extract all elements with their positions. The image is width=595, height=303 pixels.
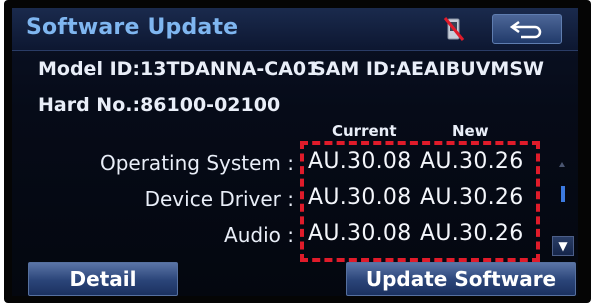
scroll-down-button[interactable]: ▼ [552,236,574,256]
scroll-thumb[interactable] [561,186,565,202]
column-header-current: Current [332,122,397,140]
hard-number: Hard No.:86100-02100 [38,94,281,116]
version-highlight-box [300,141,540,262]
column-header-new: New [452,122,489,140]
scroll-up-indicator [558,158,566,172]
back-button[interactable] [492,14,562,44]
sam-id: SAM ID:AEAIBUVMSW [312,58,544,80]
row-label-operating-system: Operating System : [99,151,294,175]
row-label-audio: Audio : [224,223,294,247]
row-label-device-driver: Device Driver : [144,187,294,211]
page-title: Software Update [26,15,239,40]
update-software-button[interactable]: Update Software [346,262,576,296]
model-id: Model ID:13TDANNA-CA01 [38,58,320,80]
screen: Software Update Model ID:13TDANNA-CA01 S… [12,8,578,296]
detail-button[interactable]: Detail [28,262,178,296]
scroll-down-icon: ▼ [558,239,568,253]
header-bar: Software Update [12,8,578,51]
phone-disconnected-icon [442,16,466,42]
back-arrow-icon [509,20,542,39]
